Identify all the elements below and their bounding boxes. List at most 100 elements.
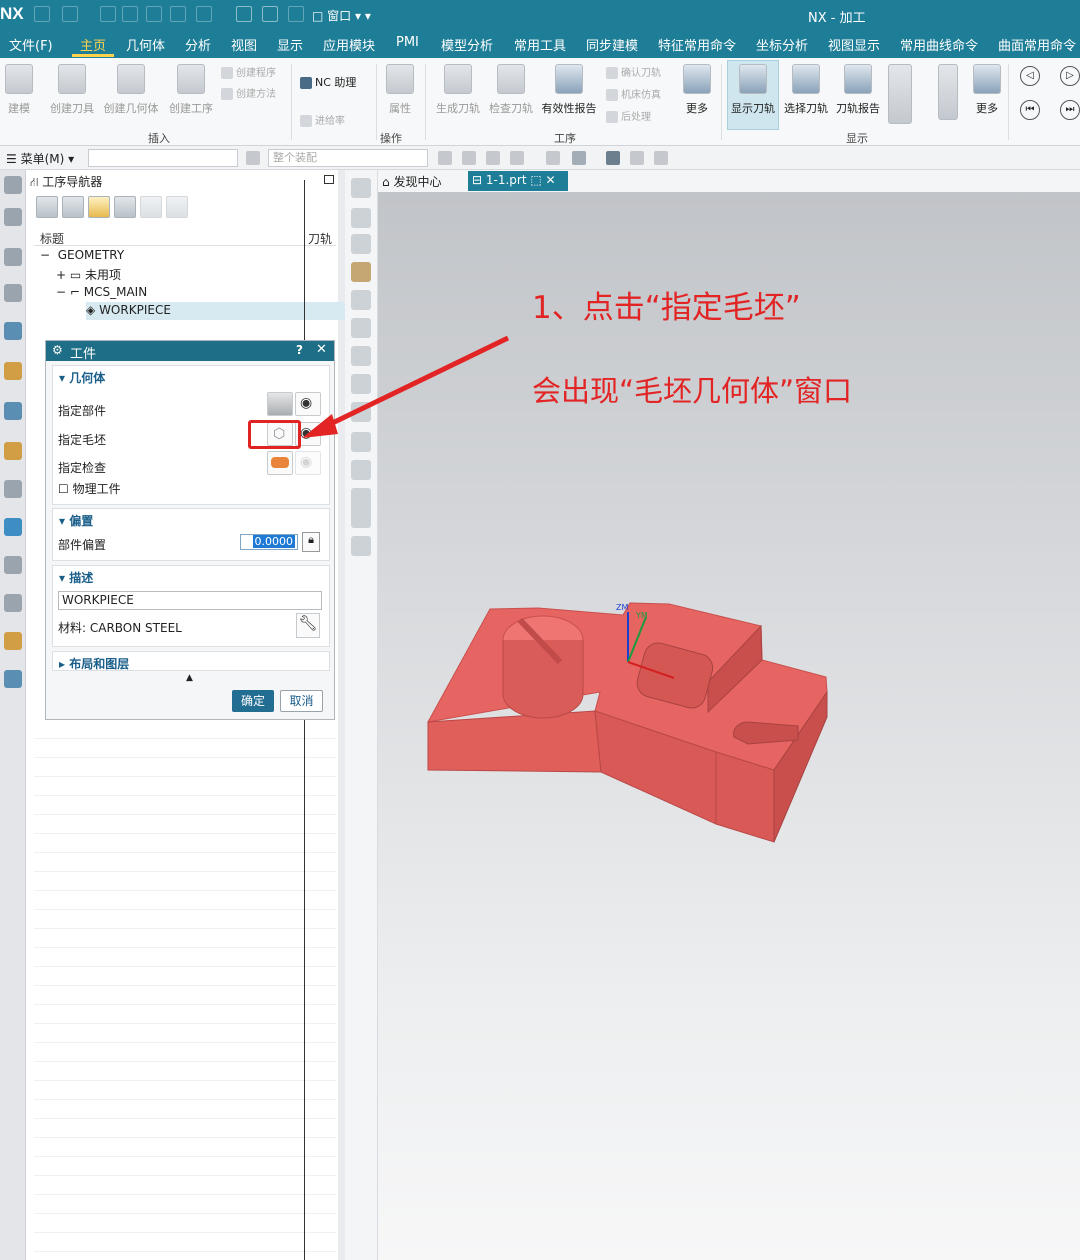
reuse-library-icon[interactable] bbox=[4, 442, 22, 460]
menu-common-tools[interactable]: 常用工具 bbox=[514, 35, 566, 54]
feature-group-icon[interactable] bbox=[4, 402, 22, 420]
create-object-icon[interactable] bbox=[140, 196, 162, 218]
history-icon[interactable] bbox=[4, 556, 22, 574]
command-finder-icon[interactable] bbox=[196, 6, 212, 22]
mcs-icon[interactable] bbox=[606, 151, 620, 165]
tree-node-mcs[interactable]: − ⌐ MCS_MAIN bbox=[56, 285, 147, 299]
selection-mode-icon[interactable] bbox=[510, 151, 524, 165]
geometry-view-icon[interactable] bbox=[88, 196, 110, 218]
menu-view[interactable]: 视图 bbox=[231, 35, 257, 54]
select-path-button[interactable]: 选择刀轨 bbox=[782, 64, 830, 116]
tree-node-unused[interactable]: + ▭ 未用项 bbox=[56, 266, 121, 283]
validity-report-button[interactable]: 有效性报告 bbox=[540, 64, 598, 116]
part-select-icon[interactable] bbox=[546, 151, 560, 165]
repeat-command-icon[interactable] bbox=[170, 6, 186, 22]
confirm-path-button[interactable]: 确认刀轨 bbox=[606, 64, 661, 79]
prev-icon[interactable]: ◁ bbox=[1020, 66, 1040, 86]
rotate-icon[interactable] bbox=[351, 208, 371, 228]
build-button[interactable]: 建模 bbox=[4, 64, 34, 116]
menu-sync-modeling[interactable]: 同步建模 bbox=[586, 35, 638, 54]
cancel-button[interactable]: 取消 bbox=[280, 690, 323, 712]
last-icon[interactable]: ⏭ bbox=[1060, 100, 1080, 120]
verify-path-button[interactable]: 检查刀轨 bbox=[487, 64, 535, 116]
nc-assistant-button[interactable]: NC 助理 bbox=[300, 74, 356, 90]
menu-feature-commands[interactable]: 特征常用命令 bbox=[658, 35, 736, 54]
save-icon[interactable] bbox=[34, 6, 50, 22]
more-button-2[interactable]: 更多 bbox=[970, 64, 1004, 116]
description-input[interactable]: WORKPIECE bbox=[58, 591, 322, 610]
generate-path-button[interactable]: 生成刀轨 bbox=[434, 64, 482, 116]
create-tool-button[interactable]: 创建刀具 bbox=[48, 64, 96, 116]
roles-icon[interactable] bbox=[4, 670, 22, 688]
delete-object-icon[interactable] bbox=[166, 196, 188, 218]
part-navigator-icon[interactable] bbox=[4, 208, 22, 226]
layout-section-header[interactable]: ▸ 布局和图层 bbox=[59, 655, 129, 672]
feed-rate-button[interactable]: 进给率 bbox=[300, 112, 345, 127]
menu-model-analysis[interactable]: 模型分析 bbox=[441, 35, 493, 54]
display-tools-icon[interactable] bbox=[888, 64, 912, 124]
paste-icon[interactable] bbox=[146, 6, 162, 22]
brush-icon[interactable] bbox=[351, 262, 371, 282]
system-materials-icon[interactable] bbox=[4, 594, 22, 612]
body-select-icon[interactable] bbox=[572, 151, 586, 165]
menu-home[interactable]: 主页 bbox=[80, 35, 106, 54]
machine-tool-icon[interactable] bbox=[4, 322, 22, 340]
create-program-button[interactable]: 创建程序 bbox=[221, 64, 276, 79]
offset-section-header[interactable]: ▾ 偏置 bbox=[59, 512, 93, 529]
menu-coord-analysis[interactable]: 坐标分析 bbox=[756, 35, 808, 54]
tab-discovery-center[interactable]: ⌂ 发现中心 bbox=[382, 173, 441, 190]
move-object-icon[interactable] bbox=[351, 460, 371, 480]
hd3d-icon[interactable] bbox=[4, 480, 22, 498]
operation-navigator-icon[interactable] bbox=[4, 284, 22, 302]
display-check-eye-icon[interactable]: ◉ bbox=[295, 451, 321, 475]
method-view-icon[interactable] bbox=[114, 196, 136, 218]
info-icon[interactable] bbox=[351, 488, 371, 528]
properties-button[interactable]: 属性 bbox=[384, 64, 416, 116]
wrench-icon[interactable]: 🔧︎ bbox=[296, 613, 320, 638]
select-icon[interactable] bbox=[462, 151, 476, 165]
collapse-icon[interactable]: ▲ bbox=[186, 673, 193, 683]
menu-pmi[interactable]: PMI bbox=[396, 35, 419, 50]
snap-icon[interactable] bbox=[438, 151, 452, 165]
type-filter-combo[interactable] bbox=[88, 149, 238, 167]
menu-analysis[interactable]: 分析 bbox=[185, 35, 211, 54]
cut-icon[interactable] bbox=[100, 6, 116, 22]
view-eye-icon[interactable] bbox=[630, 151, 644, 165]
more-button-1[interactable]: 更多 bbox=[682, 64, 712, 116]
menu-view-display[interactable]: 视图显示 bbox=[828, 35, 880, 54]
tree-node-workpiece[interactable]: ◈ WORKPIECE bbox=[86, 303, 171, 317]
part-offset-input[interactable]: 0.0000 bbox=[240, 534, 298, 550]
web-browser-icon[interactable] bbox=[4, 518, 22, 536]
program-view-icon[interactable] bbox=[36, 196, 58, 218]
tree-node-geometry[interactable]: − GEOMETRY bbox=[40, 248, 124, 262]
maximize-icon[interactable] bbox=[324, 175, 334, 184]
touch-mode-icon[interactable] bbox=[262, 6, 278, 22]
tab-part-file[interactable]: ⊟ 1-1.prt ⬚ ✕ bbox=[468, 171, 568, 191]
selection-intent-icon[interactable] bbox=[486, 151, 500, 165]
menu-surface-commands[interactable]: 曲面常用命令 bbox=[998, 35, 1076, 54]
select-part-button[interactable] bbox=[267, 392, 293, 416]
assembly-scope-combo[interactable]: 整个装配 bbox=[268, 149, 428, 167]
create-geometry-button[interactable]: 创建几何体 bbox=[102, 64, 160, 116]
copy-icon[interactable] bbox=[122, 6, 138, 22]
switch-window-icon[interactable] bbox=[288, 6, 304, 22]
assembly-navigator-icon[interactable] bbox=[4, 248, 22, 266]
menu-display[interactable]: 显示 bbox=[277, 35, 303, 54]
show-path-button[interactable]: 显示刀轨 bbox=[728, 64, 778, 116]
export-icon[interactable] bbox=[351, 536, 371, 556]
filter-icon[interactable] bbox=[246, 151, 260, 165]
window-menu[interactable]: □ 窗口 ▾ ▾ bbox=[312, 7, 371, 24]
first-icon[interactable]: ⏮ bbox=[1020, 100, 1040, 120]
menu-geometry[interactable]: 几何体 bbox=[126, 35, 165, 54]
shaded-view-icon[interactable] bbox=[351, 178, 371, 198]
microphone-icon[interactable] bbox=[236, 6, 252, 22]
settings-icon[interactable] bbox=[4, 176, 22, 194]
menu-curve-commands[interactable]: 常用曲线命令 bbox=[900, 35, 978, 54]
ok-button[interactable]: 确定 bbox=[232, 690, 274, 712]
layer-arrows-icon[interactable] bbox=[938, 64, 958, 120]
tool-library-icon[interactable] bbox=[4, 362, 22, 380]
column-title[interactable]: 标题 bbox=[40, 230, 64, 247]
process-studio-icon[interactable] bbox=[4, 632, 22, 650]
physical-workpiece-checkbox[interactable]: ☐ 物理工件 bbox=[58, 480, 121, 497]
machine-sim-button[interactable]: 机床仿真 bbox=[606, 86, 661, 101]
